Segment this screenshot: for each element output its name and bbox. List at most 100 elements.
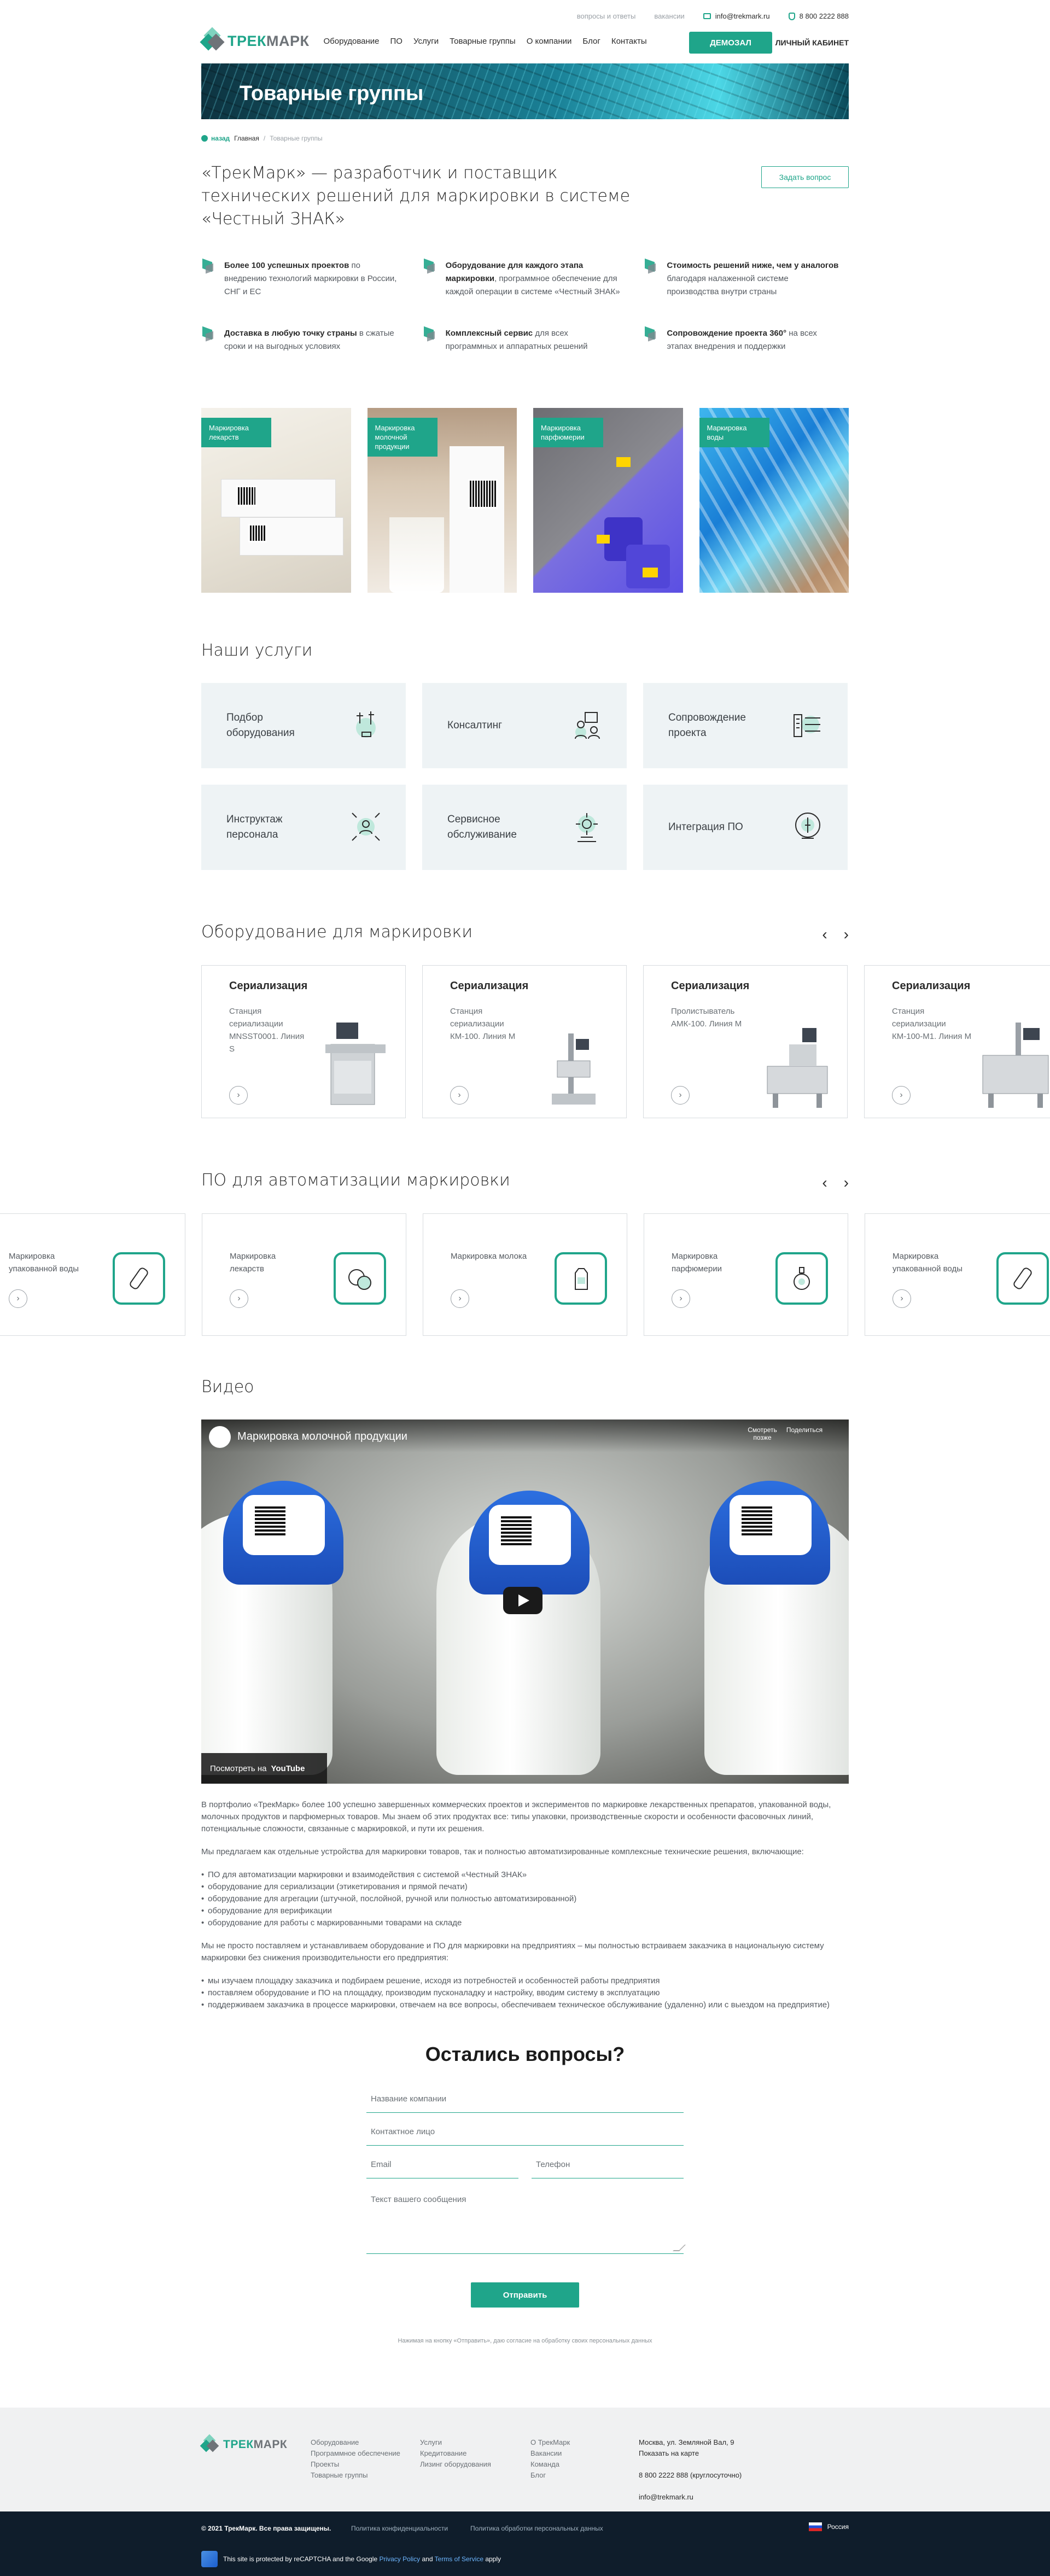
arrow-right-icon[interactable]: › bbox=[451, 1289, 469, 1308]
service-card-staff-training[interactable]: Инструктаж персонала bbox=[201, 785, 406, 870]
equipment-card[interactable]: Сериализация Станция сериализации КМ-100… bbox=[422, 965, 627, 1118]
chevron-left-icon[interactable]: ‹ bbox=[822, 926, 827, 943]
advantage-item: Оборудование для каждого этапа маркировк… bbox=[423, 259, 628, 299]
footer-link[interactable]: Блог bbox=[530, 2470, 570, 2481]
nav-contacts[interactable]: Контакты bbox=[611, 37, 647, 46]
solutions-list: ПО для автоматизации маркировки и взаимо… bbox=[201, 1869, 849, 1929]
nav-services[interactable]: Услуги bbox=[413, 37, 439, 46]
advantage-item: Сопровождение проекта 360° на всех этапа… bbox=[644, 327, 849, 353]
google-privacy-link[interactable]: Privacy Policy bbox=[379, 2555, 420, 2563]
message-textarea[interactable]: Текст вашего сообщения bbox=[366, 2189, 684, 2254]
arrow-right-icon[interactable]: › bbox=[671, 1086, 690, 1105]
service-card-project-support[interactable]: Сопровождение проекта bbox=[643, 683, 848, 768]
breadcrumb-home[interactable]: Главная bbox=[234, 135, 259, 142]
footer-link[interactable]: Проекты bbox=[311, 2459, 400, 2470]
footer-link[interactable]: Товарные группы bbox=[311, 2470, 400, 2481]
group-card-perfume[interactable]: Маркировка парфюмерии bbox=[533, 408, 683, 593]
footer-phone[interactable]: 8 800 2222 888 (круглосуточно) bbox=[639, 2470, 742, 2481]
article-paragraph: Мы предлагаем как отдельные устройства д… bbox=[201, 1847, 804, 1856]
watch-on-youtube-button[interactable]: Посмотреть на YouTube bbox=[201, 1753, 327, 1784]
service-card-consulting[interactable]: Консалтинг bbox=[422, 683, 627, 768]
software-arrows: ‹ › bbox=[822, 1174, 849, 1191]
ask-question-button[interactable]: Задать вопрос bbox=[761, 166, 849, 188]
video-player-title[interactable]: Маркировка молочной продукции bbox=[237, 1430, 407, 1443]
arrow-right-icon[interactable]: › bbox=[230, 1289, 248, 1308]
equipment-name: Станция сериализации MNSST0001. Линия S bbox=[229, 1007, 305, 1054]
footer-link[interactable]: Команда bbox=[530, 2459, 570, 2470]
footer-link[interactable]: Вакансии bbox=[530, 2448, 570, 2459]
company-field[interactable]: Название компании bbox=[366, 2091, 684, 2113]
cube-icon bbox=[644, 327, 657, 343]
footer-link[interactable]: Лизинг оборудования bbox=[420, 2459, 491, 2470]
back-link[interactable]: назад bbox=[201, 135, 230, 142]
software-card[interactable]: Маркировка упакованной воды › bbox=[0, 1213, 185, 1336]
show-on-map-link[interactable]: Показать на карте bbox=[639, 2448, 742, 2459]
serialization-station-image bbox=[552, 1033, 596, 1105]
footer-email[interactable]: info@trekmark.ru bbox=[639, 2492, 742, 2503]
logo[interactable]: ТРЕКМАРК bbox=[200, 27, 309, 54]
video-player[interactable]: Маркировка молочной продукции Смотреть п… bbox=[201, 1420, 849, 1784]
google-terms-link[interactable]: Terms of Service bbox=[435, 2555, 483, 2563]
contact-person-field[interactable]: Контактное лицо bbox=[366, 2124, 684, 2146]
service-card-software-integration[interactable]: Интеграция ПО bbox=[643, 785, 848, 870]
footer-link[interactable]: Услуги bbox=[420, 2437, 491, 2448]
service-maintenance-icon bbox=[576, 813, 598, 842]
software-card[interactable]: Маркировка парфюмерии › bbox=[644, 1213, 848, 1336]
arrow-right-icon[interactable]: › bbox=[892, 1289, 911, 1308]
nav-software[interactable]: ПО bbox=[390, 37, 402, 46]
footer-link[interactable]: Кредитование bbox=[420, 2448, 491, 2459]
arrow-right-icon[interactable]: › bbox=[672, 1289, 690, 1308]
equipment-name: Станция сериализации КМ-100-М1. Линия М bbox=[892, 1007, 972, 1041]
personal-data-policy-link[interactable]: Политика обработки персональных данных bbox=[470, 2525, 603, 2532]
equipment-arrows: ‹ › bbox=[822, 926, 849, 943]
group-card-water[interactable]: Маркировка воды bbox=[699, 408, 849, 593]
privacy-policy-link[interactable]: Политика конфиденциальности bbox=[351, 2525, 448, 2532]
channel-avatar[interactable] bbox=[209, 1426, 231, 1448]
footer-link[interactable]: О ТрекМарк bbox=[530, 2437, 570, 2448]
group-card-medicines[interactable]: Маркировка лекарств bbox=[201, 408, 351, 593]
group-card-dairy[interactable]: Маркировка молочной продукции bbox=[367, 408, 517, 593]
footer-column: О ТрекМарк Вакансии Команда Блог bbox=[530, 2437, 570, 2481]
software-card[interactable]: Маркировка молока › bbox=[423, 1213, 627, 1336]
product-groups: Маркировка лекарств Маркировка молочной … bbox=[201, 408, 849, 593]
contact-form-section: Остались вопросы? Название компании Конт… bbox=[201, 2043, 849, 2345]
article-paragraph: В портфолио «ТрекМарк» более 100 успешно… bbox=[201, 1800, 831, 1833]
share-button[interactable]: Поделиться bbox=[785, 1426, 824, 1434]
email-field[interactable]: Email bbox=[366, 2157, 518, 2178]
service-card-maintenance[interactable]: Сервисное обслуживание bbox=[422, 785, 627, 870]
phone-field[interactable]: Телефон bbox=[532, 2157, 684, 2178]
nav-product-groups[interactable]: Товарные группы bbox=[450, 37, 516, 46]
submit-button[interactable]: Отправить bbox=[471, 2282, 579, 2308]
advantage-text: Доставка в любую точку страны в сжатые с… bbox=[224, 329, 394, 351]
footer-link[interactable]: Программное обеспечение bbox=[311, 2448, 400, 2459]
personal-cabinet-link[interactable]: Личный кабинет bbox=[775, 38, 849, 47]
play-icon[interactable] bbox=[503, 1587, 542, 1614]
equipment-slider: Сериализация Станция сериализации MNSST0… bbox=[201, 965, 1050, 1118]
arrow-right-icon[interactable]: › bbox=[450, 1086, 469, 1105]
service-card-equipment-selection[interactable]: Подбор оборудования bbox=[201, 683, 406, 768]
equipment-card[interactable]: Сериализация Пролистыватель АМК-100. Лин… bbox=[643, 965, 848, 1118]
arrow-right-icon[interactable]: › bbox=[229, 1086, 248, 1105]
arrow-right-icon[interactable]: › bbox=[892, 1086, 911, 1105]
footer-logo[interactable]: ТРЕКМАРК bbox=[200, 2434, 287, 2455]
chevron-left-icon[interactable]: ‹ bbox=[822, 1174, 827, 1191]
nav-equipment[interactable]: Оборудование bbox=[323, 37, 379, 46]
software-card[interactable]: Маркировка упакованной воды › bbox=[865, 1213, 1050, 1336]
page-title: Товарные группы bbox=[240, 82, 424, 105]
chevron-right-icon[interactable]: › bbox=[844, 926, 849, 943]
datamatrix-code-image bbox=[468, 479, 498, 509]
cube-icon bbox=[423, 327, 436, 343]
arrow-right-icon[interactable]: › bbox=[9, 1289, 27, 1308]
article-text: В портфолио «ТрекМарк» более 100 успешно… bbox=[201, 1799, 849, 2011]
equipment-card[interactable]: Сериализация Станция сериализации MNSST0… bbox=[201, 965, 406, 1118]
watch-later-button[interactable]: Смотреть позже bbox=[747, 1426, 778, 1441]
nav-blog[interactable]: Блог bbox=[582, 37, 600, 46]
software-card[interactable]: Маркировка лекарств › bbox=[202, 1213, 406, 1336]
footer-link[interactable]: Оборудование bbox=[311, 2437, 400, 2448]
demo-room-button[interactable]: Демозал bbox=[689, 32, 772, 54]
equipment-card[interactable]: Сериализация Станция сериализации КМ-100… bbox=[864, 965, 1050, 1118]
language-selector[interactable]: Россия bbox=[808, 2522, 849, 2531]
nav-about[interactable]: О компании bbox=[527, 37, 572, 46]
chevron-right-icon[interactable]: › bbox=[844, 1174, 849, 1191]
breadcrumb: назад Главная / Товарные группы bbox=[201, 135, 849, 142]
